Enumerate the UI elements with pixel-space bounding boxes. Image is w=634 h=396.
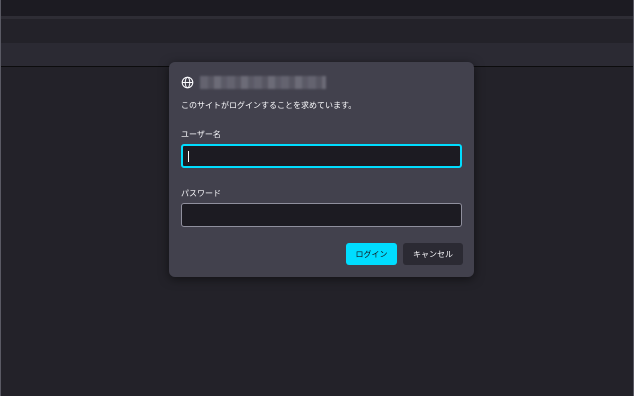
- globe-icon: [181, 76, 194, 88]
- redacted-site-url: [200, 75, 326, 89]
- username-label: ユーザー名: [181, 130, 221, 139]
- tab-strip: [1, 0, 633, 16]
- login-dialog: このサイトがログインすることを求めています。 ユーザー名 パスワード ログイン …: [169, 62, 474, 277]
- password-label: パスワード: [181, 189, 221, 198]
- site-origin: [181, 74, 326, 90]
- login-button[interactable]: ログイン: [346, 243, 397, 265]
- navigation-toolbar: [1, 19, 633, 43]
- text-caret: [188, 151, 189, 162]
- username-field[interactable]: [181, 144, 462, 168]
- login-prompt-message: このサイトがログインすることを求めています。: [181, 101, 357, 110]
- cancel-button[interactable]: キャンセル: [403, 243, 463, 265]
- password-field[interactable]: [181, 203, 462, 227]
- browser-viewport: このサイトがログインすることを求めています。 ユーザー名 パスワード ログイン …: [0, 0, 634, 396]
